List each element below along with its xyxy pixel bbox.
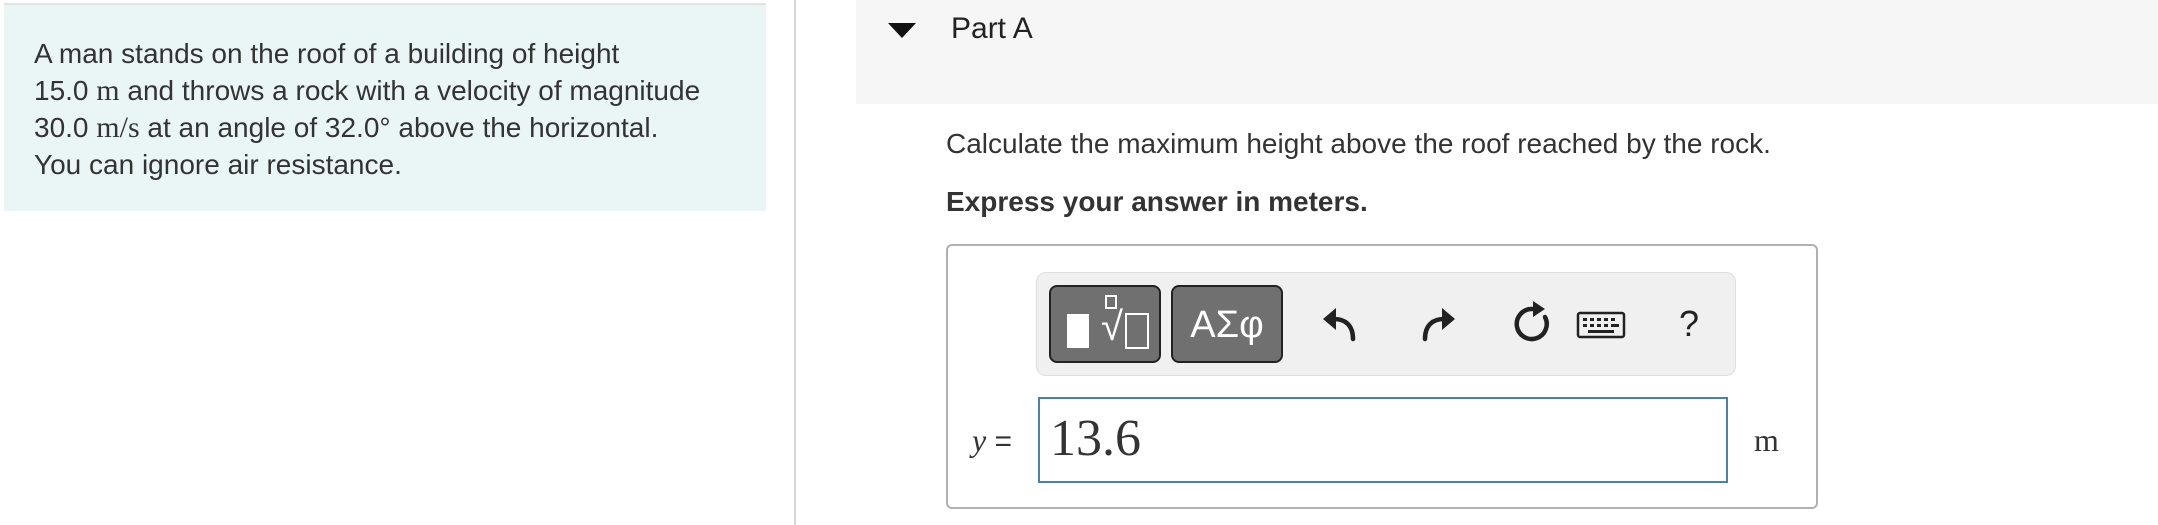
answer-variable: y — [972, 422, 987, 458]
problem-statement-panel: A man stands on the roof of a building o… — [4, 3, 766, 211]
problem-text: A man stands on the roof of a building o… — [34, 35, 754, 183]
building-height-unit: m — [96, 74, 120, 107]
building-height-value: 15.0 — [34, 75, 89, 106]
templates-button[interactable]: √ — [1049, 285, 1161, 363]
reset-icon[interactable] — [1507, 299, 1557, 349]
problem-line-4: You can ignore air resistance. — [34, 149, 402, 180]
launch-angle-value: 32.0° — [324, 112, 391, 143]
answer-panel: √ ΑΣφ ? y = 13.6 m — [946, 244, 1818, 509]
help-button[interactable]: ? — [1669, 299, 1709, 349]
problem-line-2-rest: and throws a rock with a velocity of mag… — [127, 75, 701, 106]
undo-icon[interactable] — [1317, 299, 1367, 349]
panel-divider — [794, 0, 796, 525]
radical-icon: √ — [1101, 305, 1123, 349]
answer-instruction: Express your answer in meters. — [946, 186, 1368, 217]
symbols-button[interactable]: ΑΣφ — [1171, 285, 1283, 363]
velocity-value: 30.0 — [34, 112, 89, 143]
problem-line-1: A man stands on the roof of a building o… — [34, 38, 620, 69]
template-block-icon — [1067, 314, 1089, 348]
velocity-unit: m/s — [96, 111, 140, 144]
problem-line-3-rest: above the horizontal. — [398, 112, 659, 143]
answer-unit: m — [1754, 422, 1779, 458]
redo-icon[interactable] — [1411, 299, 1461, 349]
equals-sign: = — [994, 425, 1013, 458]
keyboard-icon[interactable] — [1575, 299, 1627, 349]
math-toolbar: √ ΑΣφ ? — [1036, 272, 1736, 376]
part-title: Part A — [951, 12, 1033, 45]
problem-line-3-mid: at an angle of — [147, 112, 318, 143]
part-a-header[interactable]: Part A — [856, 0, 2158, 104]
answer-variable-label: y = — [972, 422, 1012, 459]
symbols-label: ΑΣφ — [1190, 304, 1264, 346]
answer-input[interactable]: 13.6 — [1038, 397, 1728, 483]
template-radicand-icon — [1125, 313, 1149, 349]
collapse-caret-icon[interactable] — [888, 23, 916, 38]
question-text: Calculate the maximum height above the r… — [946, 128, 1771, 159]
